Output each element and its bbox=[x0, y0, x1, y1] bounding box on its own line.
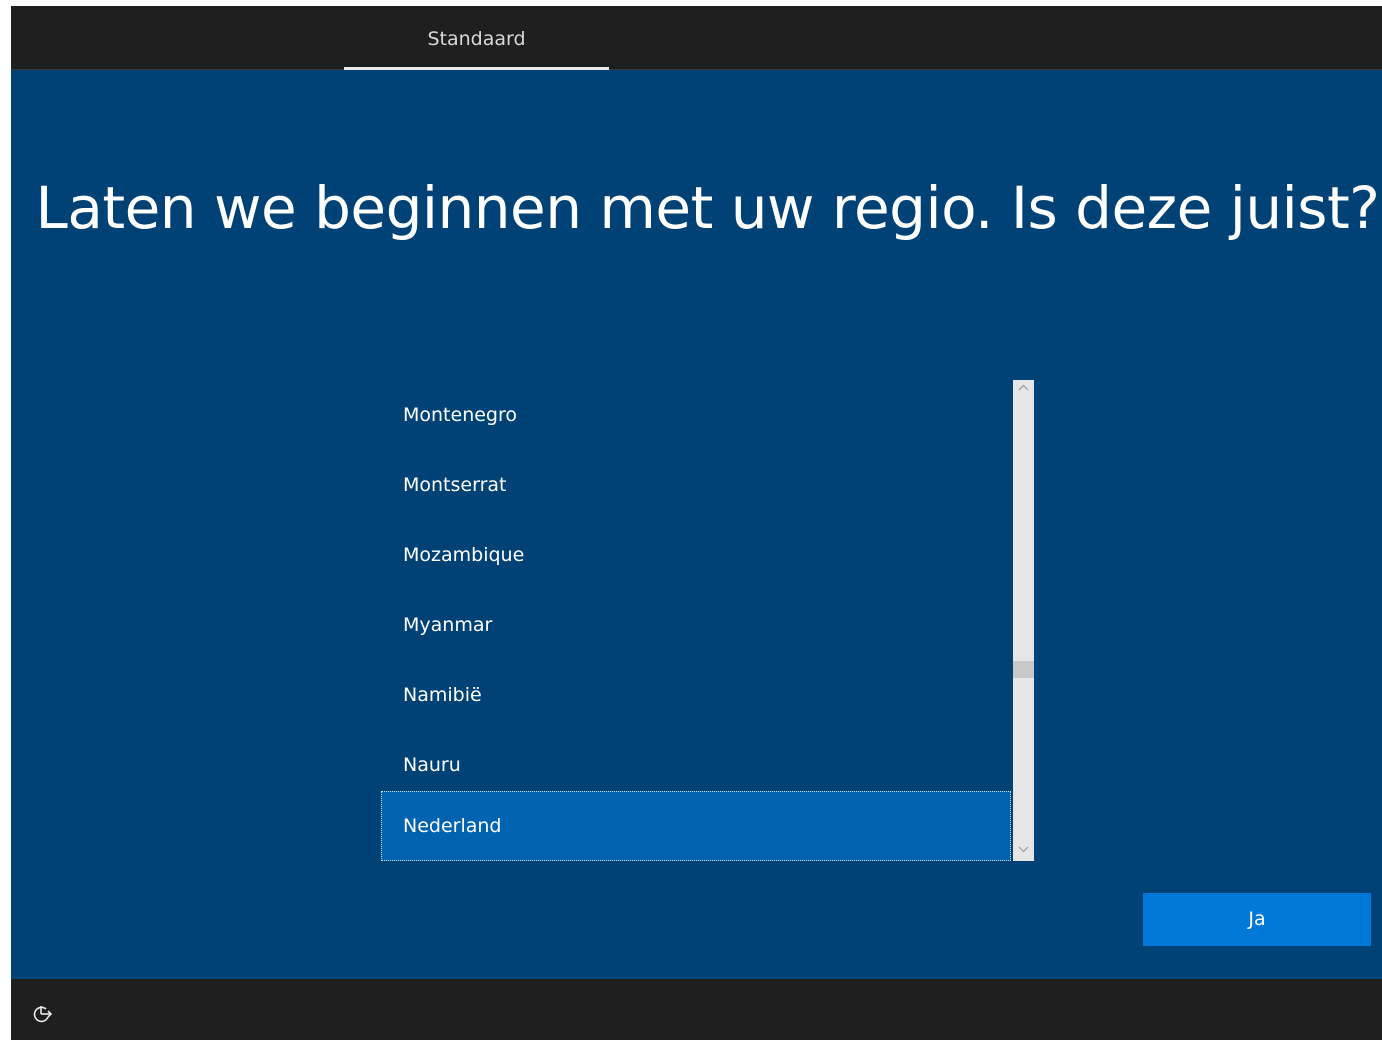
list-item[interactable]: Mozambique bbox=[381, 520, 1011, 590]
list-scrollbar[interactable] bbox=[1013, 380, 1034, 861]
list-item-selected[interactable]: Nederland bbox=[381, 791, 1011, 861]
list-item[interactable]: Montserrat bbox=[381, 450, 1011, 520]
scroll-up-icon[interactable] bbox=[1013, 382, 1034, 396]
list-item[interactable]: Nauru bbox=[381, 730, 1011, 800]
top-bar: Standaard bbox=[11, 6, 1382, 70]
ease-of-access-icon[interactable] bbox=[31, 1003, 55, 1025]
tab-standaard[interactable]: Standaard bbox=[344, 6, 609, 69]
list-item[interactable]: Namibië bbox=[381, 660, 1011, 730]
scroll-thumb[interactable] bbox=[1013, 661, 1034, 678]
list-item[interactable]: Myanmar bbox=[381, 590, 1011, 660]
yes-button[interactable]: Ja bbox=[1143, 893, 1371, 946]
page-title: Laten we beginnen met uw regio. Is deze … bbox=[35, 174, 1380, 242]
region-list: Montenegro Montserrat Mozambique Myanmar… bbox=[381, 380, 1013, 861]
region-listbox[interactable]: Montenegro Montserrat Mozambique Myanmar… bbox=[381, 380, 1034, 861]
bottom-bar bbox=[11, 979, 1382, 1040]
scroll-down-icon[interactable] bbox=[1013, 843, 1034, 857]
list-item[interactable]: Montenegro bbox=[381, 380, 1011, 450]
oobe-window: Standaard Laten we beginnen met uw regio… bbox=[11, 6, 1382, 1040]
tab-active-indicator bbox=[344, 67, 609, 70]
